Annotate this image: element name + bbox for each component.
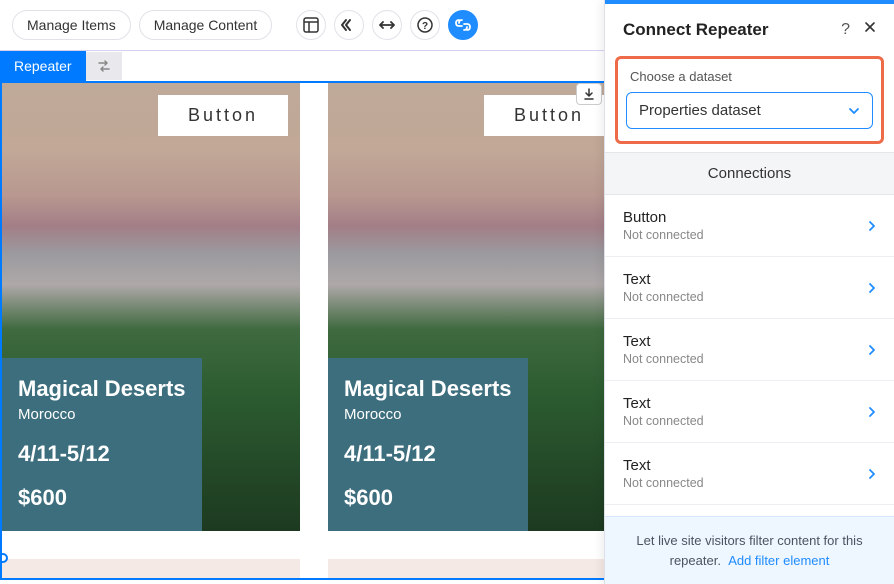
dataset-value: Properties dataset [639, 102, 761, 119]
connection-item[interactable]: Text Not connected [605, 319, 894, 381]
connection-label: Text [623, 333, 704, 350]
dataset-section-highlight: Choose a dataset Properties dataset [615, 56, 884, 144]
connect-data-icon[interactable] [448, 10, 478, 40]
animation-icon[interactable] [334, 10, 364, 40]
chevron-right-icon [868, 406, 876, 418]
connection-label: Text [623, 457, 704, 474]
panel-help-icon[interactable]: ? [841, 21, 850, 39]
repeater-item[interactable]: Button [328, 559, 626, 580]
connection-item[interactable]: Text Not connected [605, 381, 894, 443]
card-info: Magical Deserts Morocco 4/11-5/12 $600 [2, 358, 202, 531]
help-icon[interactable]: ? [410, 10, 440, 40]
add-filter-link[interactable]: Add filter element [728, 553, 829, 568]
repeater-tab[interactable]: Repeater [0, 51, 86, 81]
connections-list: Button Not connected Text Not connected … [605, 195, 894, 516]
dataset-label: Choose a dataset [630, 69, 873, 84]
connect-panel: Connect Repeater ? Choose a dataset Prop… [604, 0, 894, 584]
card-price: $600 [18, 485, 186, 511]
chevron-right-icon [868, 282, 876, 294]
card-dates: 4/11-5/12 [18, 441, 186, 467]
connection-status: Not connected [623, 352, 704, 366]
repeater-item[interactable]: Button [2, 559, 300, 580]
chevron-right-icon [868, 468, 876, 480]
connection-status: Not connected [623, 228, 704, 242]
card-button[interactable]: Button [158, 95, 288, 136]
swap-icon[interactable] [86, 52, 122, 80]
card-dates: 4/11-5/12 [344, 441, 512, 467]
card-subtitle: Morocco [18, 406, 186, 423]
download-icon[interactable] [576, 83, 602, 105]
layout-icon[interactable] [296, 10, 326, 40]
close-icon[interactable] [864, 21, 876, 39]
panel-footer: Let live site visitors filter content fo… [605, 516, 894, 584]
connection-status: Not connected [623, 290, 704, 304]
connection-item[interactable]: Text Not connected [605, 257, 894, 319]
svg-text:?: ? [422, 21, 428, 32]
manage-items-button[interactable]: Manage Items [12, 10, 131, 40]
repeater-item[interactable]: Button Magical Deserts Morocco 4/11-5/12… [328, 83, 626, 531]
connection-label: Button [623, 209, 704, 226]
connection-label: Text [623, 271, 704, 288]
repeater-item[interactable]: Button Magical Deserts Morocco 4/11-5/12… [2, 83, 300, 531]
chevron-right-icon [868, 344, 876, 356]
connection-label: Text [623, 395, 704, 412]
manage-content-button[interactable]: Manage Content [139, 10, 273, 40]
card-title: Magical Deserts [344, 376, 512, 402]
card-subtitle: Morocco [344, 406, 512, 423]
card-price: $600 [344, 485, 512, 511]
connection-item[interactable]: Button Not connected [605, 195, 894, 257]
stretch-icon[interactable] [372, 10, 402, 40]
card-info: Magical Deserts Morocco 4/11-5/12 $600 [328, 358, 528, 531]
connections-header: Connections [605, 152, 894, 195]
connection-status: Not connected [623, 414, 704, 428]
panel-title: Connect Repeater [623, 20, 768, 40]
chevron-right-icon [868, 220, 876, 232]
panel-header: Connect Repeater ? [605, 4, 894, 52]
dataset-select[interactable]: Properties dataset [626, 92, 873, 129]
chevron-down-icon [848, 107, 860, 115]
connection-status: Not connected [623, 476, 704, 490]
connection-item[interactable]: Text Not connected [605, 443, 894, 505]
card-title: Magical Deserts [18, 376, 186, 402]
